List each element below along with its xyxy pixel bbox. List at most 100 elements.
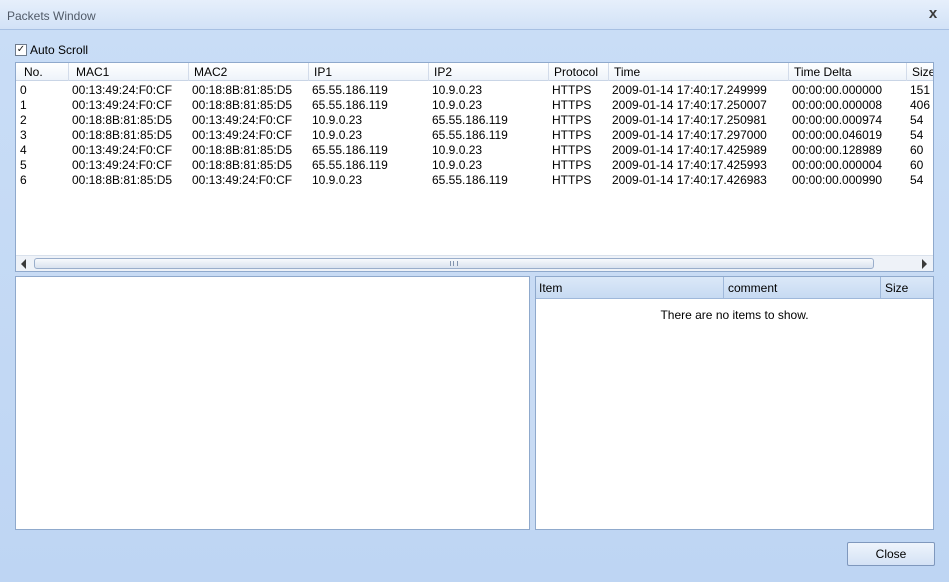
scroll-right-icon[interactable] [922,259,927,269]
cell-mac1: 00:13:49:24:F0:CF [72,83,173,97]
cell-mac1: 00:13:49:24:F0:CF [72,158,173,172]
column-header-size[interactable]: Size [880,277,933,299]
cell-no: 4 [20,143,27,157]
cell-ip1: 10.9.0.23 [312,113,363,127]
close-button[interactable]: Close [847,542,935,566]
cell-time-delta: 00:00:00.000008 [792,98,883,112]
close-window-icon[interactable]: x [926,6,940,22]
cell-time-delta: 00:00:00.000000 [792,83,883,97]
cell-time-delta: 00:00:00.000990 [792,173,883,187]
auto-scroll-label: Auto Scroll [30,43,89,57]
column-header-comment[interactable]: comment [723,277,880,299]
cell-mac2: 00:18:8B:81:85:D5 [192,143,293,157]
cell-ip1: 65.55.186.119 [312,158,388,172]
table-row[interactable]: 0 00:13:49:24:F0:CF 00:18:8B:81:85:D5 65.55… [16,83,933,98]
column-header-time[interactable]: Time [608,63,788,81]
items-header: Item comment Size [536,277,933,299]
cell-time: 2009-01-14 17:40:17.425993 [612,158,767,172]
cell-time: 2009-01-14 17:40:17.250007 [612,98,767,112]
cell-no: 3 [20,128,27,142]
column-header-no[interactable]: No. [16,63,68,81]
cell-no: 6 [20,173,27,187]
packets-list[interactable]: No. MAC1 MAC2 IP1 IP2 Protocol Time Time Delta S… [15,62,934,272]
column-header-protocol[interactable]: Protocol [548,63,608,81]
column-header-mac1[interactable]: MAC1 [68,63,188,81]
cell-mac2: 00:13:49:24:F0:CF [192,128,293,142]
cell-ip2: 65.55.186.119 [432,128,508,142]
packets-header: No. MAC1 MAC2 IP1 IP2 Protocol Time Time Delta S… [16,63,933,81]
cell-protocol: HTTPS [552,98,592,112]
column-header-time-delta[interactable]: Time Delta [788,63,906,81]
cell-time-delta: 00:00:00.000004 [792,158,883,172]
cell-ip1: 65.55.186.119 [312,98,388,112]
cell-ip2: 10.9.0.23 [432,143,483,157]
table-row[interactable]: 3 00:18:8B:81:85:D5 00:13:49:24:F0:CF 10.9.… [16,128,933,143]
cell-mac2: 00:13:49:24:F0:CF [192,113,293,127]
table-row[interactable]: 5 00:13:49:24:F0:CF 00:18:8B:81:85:D5 65.55… [16,158,933,173]
cell-time: 2009-01-14 17:40:17.426983 [612,173,767,187]
cell-ip2: 10.9.0.23 [432,158,483,172]
cell-size: 54 [910,173,924,187]
cell-ip2: 10.9.0.23 [432,83,483,97]
cell-size: 54 [910,128,924,142]
cell-ip2: 65.55.186.119 [432,113,508,127]
table-row[interactable]: 2 00:18:8B:81:85:D5 00:13:49:24:F0:CF 10.9.… [16,113,933,128]
empty-list-message: There are no items to show. [660,308,809,322]
cell-time-delta: 00:00:00.046019 [792,128,883,142]
cell-ip1: 10.9.0.23 [312,173,363,187]
scrollbar-thumb[interactable] [34,258,874,269]
scrollbar-grip-icon [450,261,458,266]
checkbox-box[interactable]: ✓ [15,44,27,56]
cell-protocol: HTTPS [552,128,592,142]
table-row[interactable]: 6 00:18:8B:81:85:D5 00:13:49:24:F0:CF 10.9.… [16,173,933,188]
column-header-size[interactable]: Size [906,63,933,81]
auto-scroll-checkbox[interactable]: ✓ Auto Scroll [15,43,88,57]
cell-ip2: 10.9.0.23 [432,98,483,112]
horizontal-scrollbar[interactable] [16,255,933,271]
column-header-ip2[interactable]: IP2 [428,63,548,81]
table-row[interactable]: 4 00:13:49:24:F0:CF 00:18:8B:81:85:D5 65.55… [16,143,933,158]
cell-mac1: 00:13:49:24:F0:CF [72,143,173,157]
cell-size: 54 [910,113,924,127]
cell-ip2: 65.55.186.119 [432,173,508,187]
packet-detail-pane[interactable] [15,276,530,530]
cell-ip1: 65.55.186.119 [312,143,388,157]
cell-size: 60 [910,158,924,172]
cell-mac2: 00:13:49:24:F0:CF [192,173,293,187]
table-row[interactable]: 1 00:13:49:24:F0:CF 00:18:8B:81:85:D5 65.55… [16,98,933,113]
cell-no: 1 [20,98,27,112]
cell-time: 2009-01-14 17:40:17.250981 [612,113,767,127]
cell-time: 2009-01-14 17:40:17.249999 [612,83,767,97]
cell-time: 2009-01-14 17:40:17.297000 [612,128,767,142]
cell-mac1: 00:13:49:24:F0:CF [72,98,173,112]
cell-no: 0 [20,83,27,97]
window-title: Packets Window [7,9,96,23]
cell-no: 5 [20,158,27,172]
scroll-left-icon[interactable] [21,259,26,269]
cell-protocol: HTTPS [552,173,592,187]
column-header-mac2[interactable]: MAC2 [188,63,308,81]
column-header-item[interactable]: Item [536,277,723,299]
cell-ip1: 10.9.0.23 [312,128,363,142]
cell-time: 2009-01-14 17:40:17.425989 [612,143,767,157]
cell-size: 151 [910,83,931,97]
packets-rows: 0 00:13:49:24:F0:CF 00:18:8B:81:85:D5 65.55… [16,83,933,188]
cell-protocol: HTTPS [552,143,592,157]
cell-protocol: HTTPS [552,83,592,97]
cell-size: 60 [910,143,924,157]
cell-mac2: 00:18:8B:81:85:D5 [192,83,293,97]
cell-time-delta: 00:00:00.128989 [792,143,883,157]
cell-ip1: 65.55.186.119 [312,83,388,97]
cell-protocol: HTTPS [552,158,592,172]
cell-no: 2 [20,113,27,127]
cell-time-delta: 00:00:00.000974 [792,113,883,127]
cell-mac1: 00:18:8B:81:85:D5 [72,173,173,187]
cell-mac1: 00:18:8B:81:85:D5 [72,128,173,142]
cell-mac2: 00:18:8B:81:85:D5 [192,158,293,172]
cell-size: 406 [910,98,931,112]
packet-items-list[interactable]: Item comment Size There are no items to … [535,276,934,530]
cell-mac1: 00:18:8B:81:85:D5 [72,113,173,127]
column-header-ip1[interactable]: IP1 [308,63,428,81]
cell-protocol: HTTPS [552,113,592,127]
title-bar: Packets Window x [0,0,949,30]
